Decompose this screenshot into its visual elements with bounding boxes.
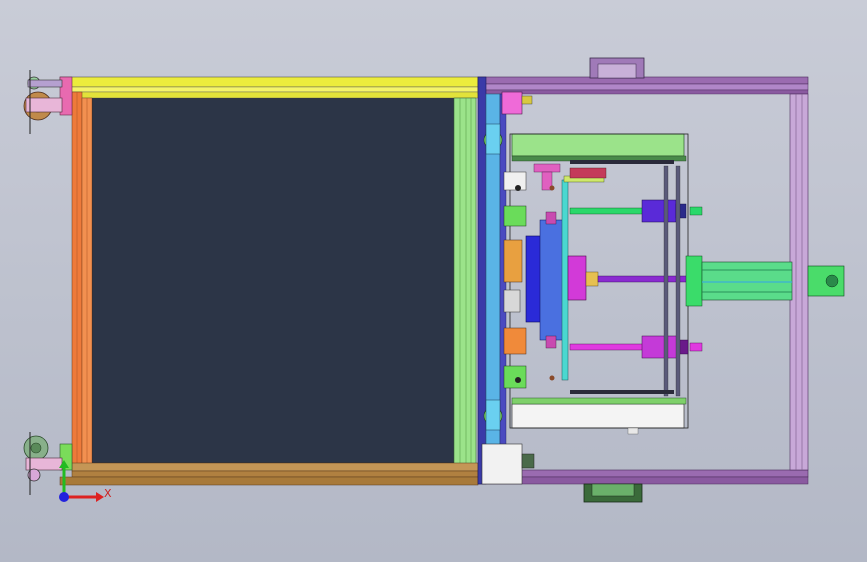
caster-wheel-icon — [23, 432, 63, 495]
left-frame — [59, 76, 479, 486]
handle-icon — [583, 483, 643, 503]
dark-panel — [91, 97, 455, 464]
right-green-rail — [453, 97, 477, 465]
cad-viewport[interactable]: X — [0, 0, 867, 562]
handle-icon — [589, 57, 645, 79]
bottom-tan-rail — [71, 462, 479, 472]
caster-wheel-icon — [23, 70, 63, 134]
top-yellow-rail — [59, 76, 479, 88]
x-axis-label: X — [104, 487, 112, 500]
